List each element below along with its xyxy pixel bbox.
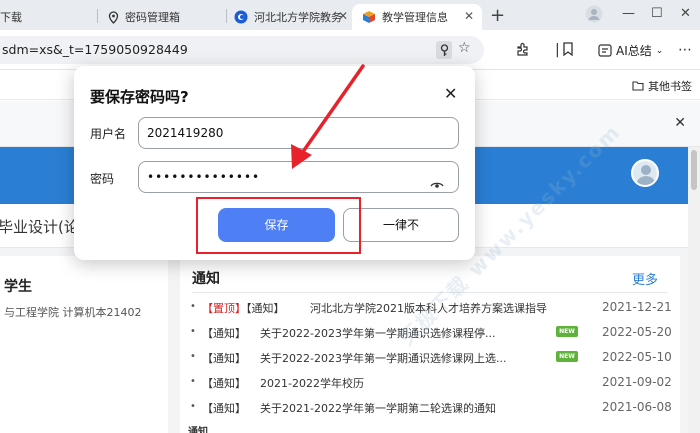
- annotation-arrow: [291, 64, 365, 169]
